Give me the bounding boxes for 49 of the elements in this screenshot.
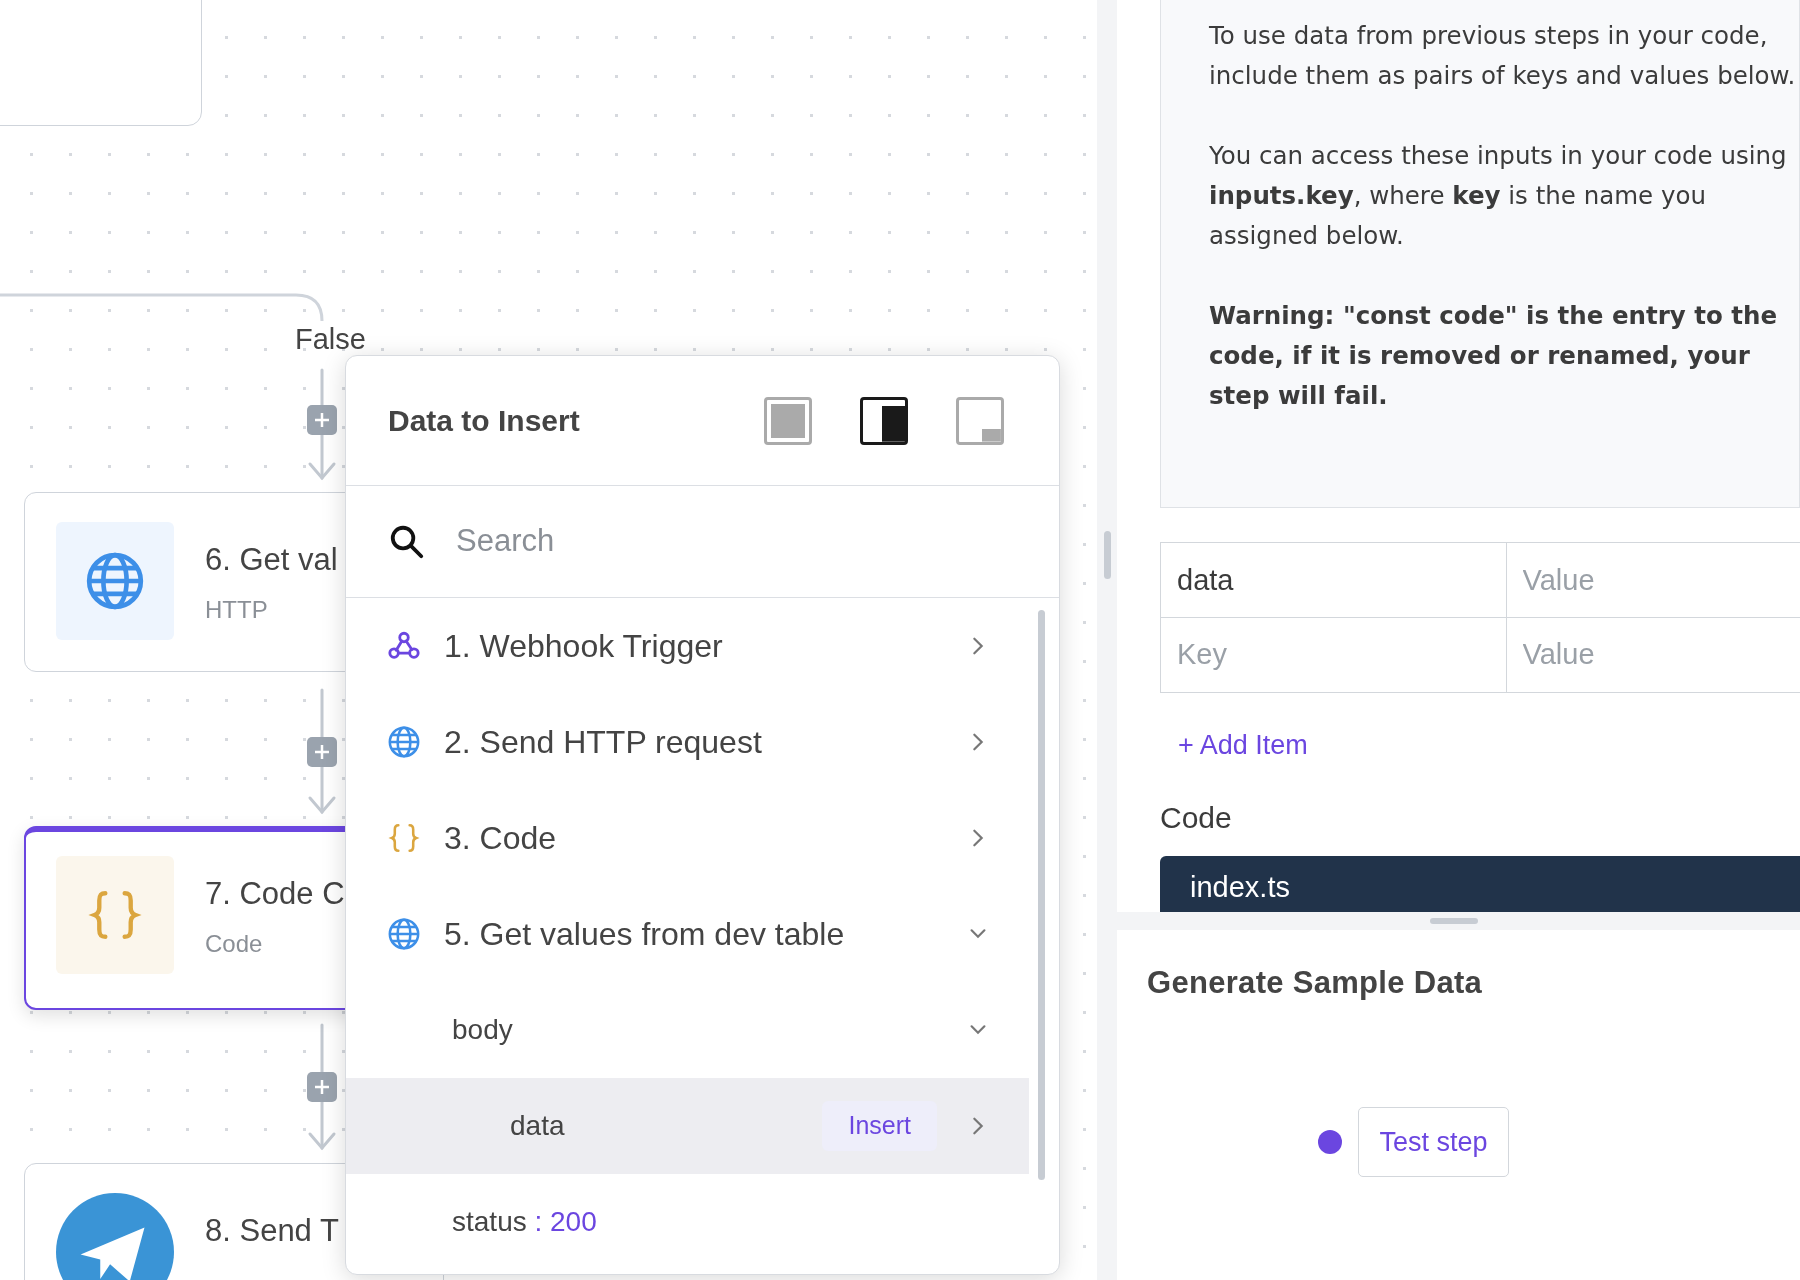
- plus-icon: [314, 744, 330, 760]
- globe-icon: [387, 917, 421, 951]
- item-label: data: [510, 1109, 566, 1143]
- status-dot-icon: [1318, 1129, 1343, 1154]
- section-title: Generate Sample Data: [1147, 964, 1484, 1002]
- item-label: body: [452, 1013, 514, 1047]
- step-title: 8. Send T: [205, 1212, 339, 1250]
- globe-icon: [84, 550, 146, 612]
- tree-item[interactable]: status : 200: [346, 1174, 1029, 1270]
- item-label: 1. Webhook Trigger: [444, 627, 724, 666]
- paper-plane-icon: [56, 1193, 174, 1280]
- key-field[interactable]: Key: [1160, 616, 1507, 693]
- scrollbar[interactable]: [1038, 610, 1045, 1180]
- info-text: Warning: "const code" is the entry to the code, if it is removed or renamed, your step will fail.: [1209, 300, 1779, 412]
- globe-icon: [387, 725, 421, 759]
- step-title: 6. Get val: [205, 541, 338, 579]
- code-label: Code: [1160, 800, 1233, 836]
- add-step-button[interactable]: [307, 1072, 337, 1102]
- item-label: 3. Code: [444, 819, 558, 858]
- step-type: Code: [205, 929, 263, 959]
- tree-item[interactable]: 5. Get values from dev table: [346, 886, 1029, 982]
- resize-handle[interactable]: [1429, 918, 1478, 924]
- tree-item[interactable]: 3. Code: [346, 790, 1029, 886]
- braces-icon: [387, 821, 421, 855]
- add-step-button[interactable]: [307, 405, 337, 435]
- tree-item[interactable]: 1. Webhook Trigger: [346, 598, 1029, 694]
- branch-label: False: [295, 325, 366, 354]
- file-tab[interactable]: index.ts: [1190, 871, 1290, 903]
- layout-button[interactable]: [860, 396, 908, 445]
- info-text: You can access these inputs in your code using inputs.key, where key is the name you assigned below.: [1209, 140, 1788, 252]
- resize-handle[interactable]: [1103, 531, 1111, 579]
- key-field[interactable]: data: [1160, 542, 1507, 618]
- info-text: To use data from previous steps in your code, include them as pairs of keys and values below.: [1209, 20, 1797, 92]
- add-step-button[interactable]: [307, 737, 337, 767]
- insert-button[interactable]: Insert: [822, 1101, 937, 1151]
- step-type: HTTP: [205, 595, 268, 625]
- panel-title: Data to Insert: [388, 403, 581, 439]
- plus-icon: [314, 1079, 330, 1095]
- field-value: : 200: [534, 1206, 597, 1237]
- step-title: 7. Code C: [205, 875, 345, 913]
- plus-icon: [314, 412, 330, 428]
- item-label: 5. Get values from dev table: [444, 915, 846, 954]
- add-item-link[interactable]: + Add Item: [1178, 724, 1308, 765]
- item-label: 2. Send HTTP request: [444, 723, 763, 762]
- tree-item[interactable]: 2. Send HTTP request: [346, 694, 1029, 790]
- tree-item[interactable]: body: [346, 982, 1029, 1078]
- field-name: status: [452, 1206, 528, 1237]
- test-step-button[interactable]: Test step: [1358, 1106, 1509, 1177]
- tree-item[interactable]: data Insert: [346, 1078, 1029, 1174]
